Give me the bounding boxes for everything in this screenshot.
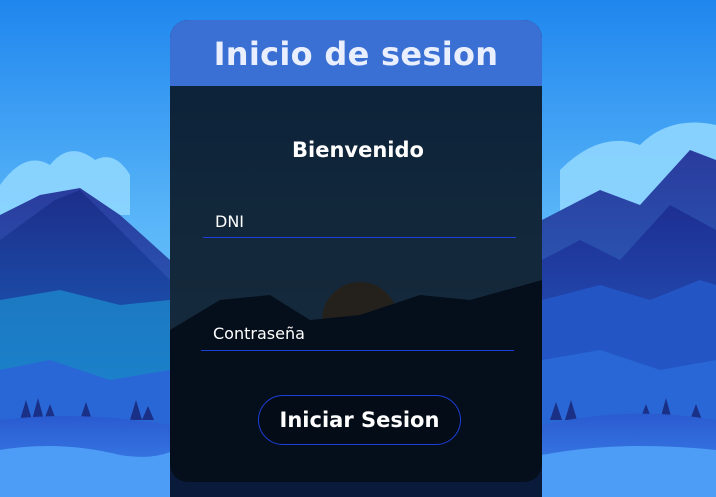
dni-input[interactable] [203,205,516,238]
login-header: Inicio de sesion [170,20,542,86]
password-input[interactable] [201,317,514,351]
welcome-heading: Bienvenido [292,138,424,162]
login-title: Inicio de sesion [213,35,499,73]
login-card: Inicio de sesion Bienvenido Iniciar Sesi… [170,20,542,482]
login-submit-button[interactable]: Iniciar Sesion [258,395,461,445]
